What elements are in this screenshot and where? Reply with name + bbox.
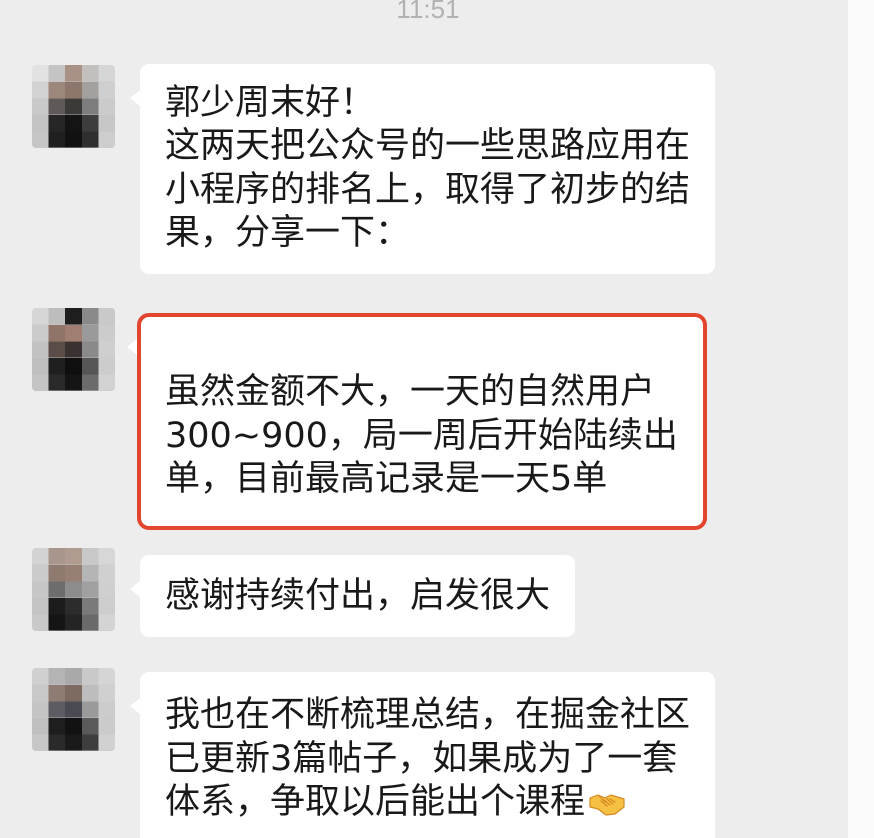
message-text-line: 感谢持续付出，启发很大 [165,575,551,616]
message-text-line: 果，分享一下： [165,213,411,253]
contact-avatar[interactable] [32,548,115,631]
message-bubble[interactable]: 感谢持续付出，启发很大 [129,555,576,637]
message-text-line: 虽然金额不大，一天的自然用户 [165,372,656,412]
message-text-line: 体系，争取以后能出个课程 [165,781,690,825]
chat-screen: 11:51 郭少周末好！ 这两天把公众号的一些思路应用在 小程序的排名上，取得了… [0,0,874,838]
message-text-line: 已更新3篇帖子，如果成为了一套 [165,738,678,779]
message-text-line: 单，目前最高记录是一天5单 [165,459,608,499]
contact-avatar[interactable] [32,668,115,751]
timestamp-container: 11:51 [0,0,856,24]
contact-avatar[interactable] [32,308,115,391]
message-bubble[interactable]: 郭少周末好！ 这两天把公众号的一些思路应用在 小程序的排名上，取得了初步的结 果… [129,64,716,274]
highlighted-message-bubble[interactable]: 虽然金额不大，一天的自然用户 300~900，局一周后开始陆续出 单，目前最高记… [127,313,707,530]
contact-avatar[interactable] [32,65,115,148]
message-timestamp: 11:51 [396,0,460,24]
message-text-line: 小程序的排名上，取得了初步的结 [165,169,691,210]
message-text-line: 郭少周末好！ [165,82,376,123]
message-bubble[interactable]: 我也在不断梳理总结，在掘金社区 已更新3篇帖子，如果成为了一套 体系，争取以后能… [129,672,716,838]
right-panel-edge [848,0,874,838]
message-text-line: 300~900，局一周后开始陆续出 [165,415,678,456]
message-text: 体系，争取以后能出个课程 [165,782,586,822]
message-text-line: 我也在不断梳理总结，在掘金社区 [165,695,691,735]
message-text-line: 这两天把公众号的一些思路应用在 [165,126,691,166]
handshake-emoji-icon [589,794,625,816]
